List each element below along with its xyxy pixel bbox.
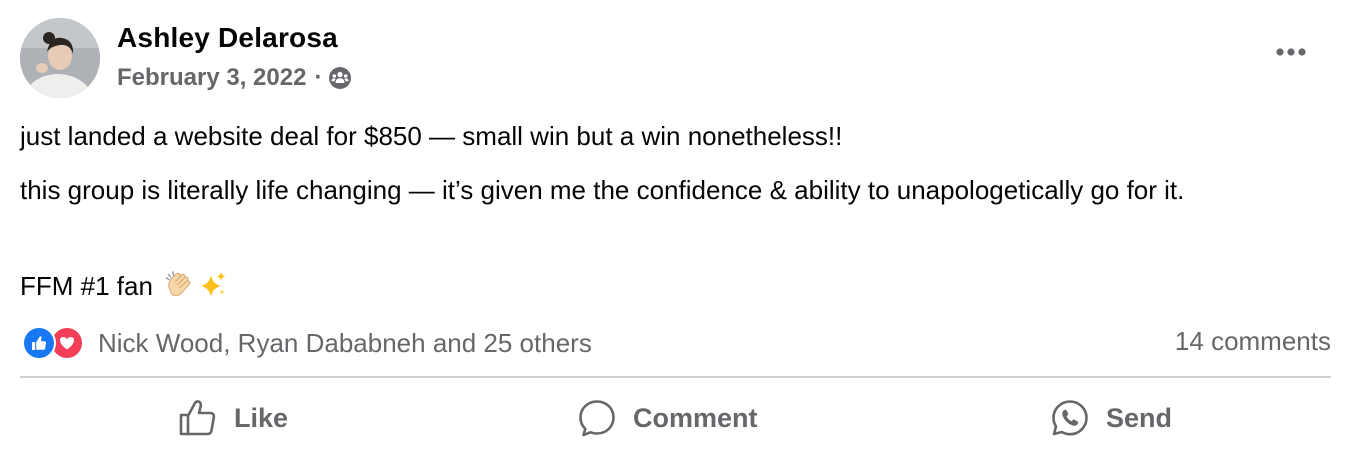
clapping-hands-icon [164,270,194,300]
whatsapp-icon [1052,400,1088,436]
comment-icon [579,400,615,437]
author-name[interactable]: Ashley Delarosa [117,22,338,54]
comments-count[interactable]: 14 comments [1175,326,1331,357]
avatar[interactable] [20,18,100,98]
send-label: Send [1106,402,1173,433]
like-label: Like [234,402,289,433]
post-text-paragraph: this group is literally life changing — … [20,175,1185,205]
post-card: Ashley Delarosa February 3, 2022 · just … [0,0,1349,450]
reactions-names[interactable]: Nick Wood, Ryan Dababneh and 25 others [98,328,592,359]
like-button[interactable]: Like [178,395,288,441]
thumbs-up-icon [179,400,216,436]
reactions-summary[interactable]: Nick Wood, Ryan Dababneh and 25 others [22,325,592,361]
divider [20,376,1331,378]
avatar-photo [20,18,100,98]
send-button[interactable]: Send [1050,395,1172,441]
sparkles-icon [198,270,228,300]
more-options-icon[interactable] [1271,40,1311,64]
group-icon[interactable] [328,66,352,90]
post-text-line: FFM #1 fan [20,268,228,304]
post-date[interactable]: February 3, 2022 [117,64,306,92]
post-text-line: just landed a website deal for $850 — sm… [20,121,843,151]
comment-button[interactable]: Comment [577,395,758,441]
comment-label: Comment [633,402,758,433]
like-reaction-icon [22,326,56,360]
post-meta: February 3, 2022 · [117,64,352,92]
meta-separator: · [314,64,323,91]
post-text-fan: FFM #1 fan [20,271,153,301]
post-header: Ashley Delarosa February 3, 2022 · [20,18,1329,98]
